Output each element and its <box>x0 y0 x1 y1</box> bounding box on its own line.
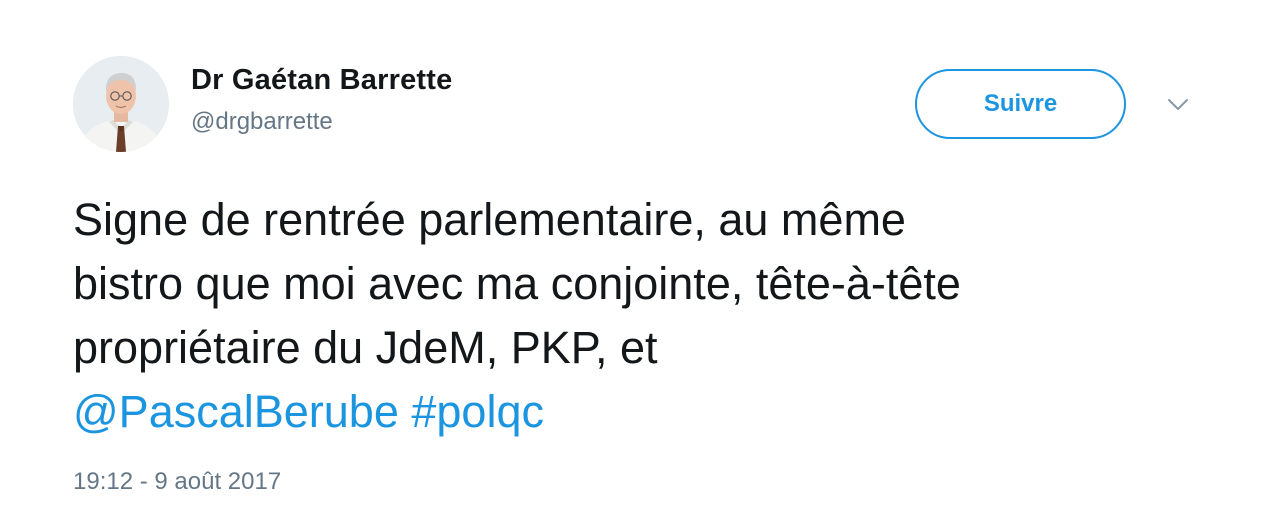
avatar[interactable] <box>73 56 169 152</box>
tweet-text-line: bistro que moi avec ma conjointe, tête-à… <box>73 258 961 309</box>
mention-link[interactable]: @PascalBerube <box>73 386 399 437</box>
hashtag-link[interactable]: #polqc <box>411 386 544 437</box>
tweet-text-line: @PascalBerube #polqc <box>73 380 1223 444</box>
tweet-text: Signe de rentrée parlementaire, au même … <box>73 188 1223 444</box>
avatar-photo <box>73 56 169 152</box>
follow-button[interactable]: Suivre <box>915 69 1126 139</box>
tweet-card: Dr Gaétan Barrette @drgbarrette Suivre S… <box>0 0 1268 524</box>
author-handle[interactable]: @drgbarrette <box>191 108 333 136</box>
tweet-text-line: Signe de rentrée parlementaire, au même <box>73 194 906 245</box>
tweet-menu-button[interactable] <box>1160 90 1196 120</box>
author-name[interactable]: Dr Gaétan Barrette <box>191 64 452 97</box>
tweet-text-line: propriétaire du JdeM, PKP, et <box>73 322 658 373</box>
tweet-timestamp[interactable]: 19:12 - 9 août 2017 <box>73 468 281 496</box>
chevron-down-icon <box>1168 99 1188 110</box>
